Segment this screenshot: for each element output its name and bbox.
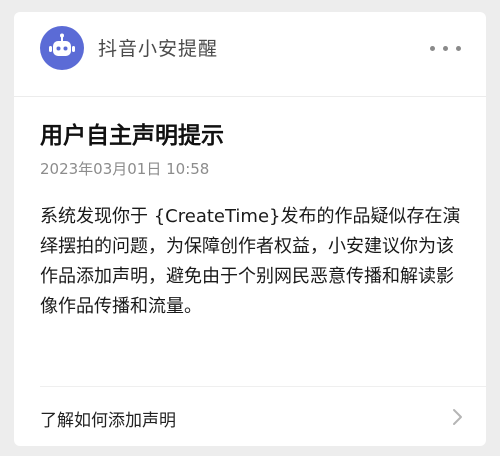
more-icon[interactable]: [428, 40, 464, 56]
chevron-right-icon: [452, 408, 464, 426]
message-title: 用户自主声明提示: [40, 123, 224, 149]
header-divider: [14, 96, 486, 97]
card-header: 抖音小安提醒: [14, 12, 486, 84]
robot-icon[interactable]: [40, 26, 84, 70]
learn-more-link[interactable]: 了解如何添加声明: [14, 388, 486, 446]
message-body: 系统发现你于 {CreateTime}发布的作品疑似存在演绎摆拍的问题，为保障创…: [40, 206, 461, 317]
notification-card: 抖音小安提醒 用户自主声明提示 2023年03月01日 10:58 系统发现你于…: [14, 12, 486, 446]
learn-more-label: 了解如何添加声明: [40, 411, 176, 431]
footer-divider: [40, 386, 486, 387]
sender-name[interactable]: 抖音小安提醒: [98, 34, 218, 61]
message-timestamp: 2023年03月01日 10:58: [40, 160, 210, 178]
